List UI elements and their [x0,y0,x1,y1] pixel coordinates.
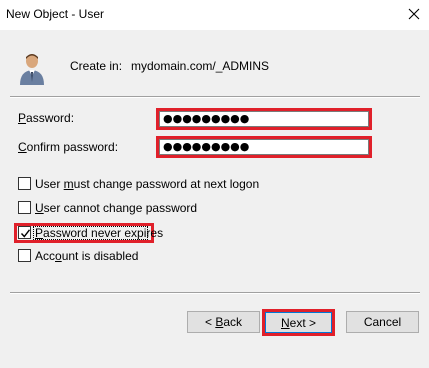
option-label: Account is disabled [35,249,138,263]
back-button-arrow: < [204,315,216,329]
checkbox-cannot-change[interactable] [18,201,31,214]
option-label-mnemonic: o [55,249,62,263]
option-label: User cannot change password [35,201,197,215]
close-icon [408,8,420,20]
confirm-password-label: Confirm password: [18,140,118,154]
option-label-pre: U [35,201,44,215]
checkbox-must-change[interactable] [18,177,31,190]
separator-bottom [10,292,420,294]
title-bar: New Object - User [0,0,429,30]
checkmark-icon [20,229,31,238]
back-button-text: ack [223,315,243,329]
create-in-label: Create in: [70,59,123,73]
next-button[interactable]: Next > [265,312,332,333]
option-label: Password never expires [35,226,163,240]
create-in-path: mydomain.com/_ADMINS [131,59,270,73]
user-avatar-icon [20,54,44,85]
confirm-label-text: onfirm password: [26,140,119,154]
password-input[interactable]: ●●●●●●●●● [159,111,369,127]
close-button[interactable] [399,0,429,30]
password-field-highlight: ●●●●●●●●● [156,108,372,130]
option-label: User must change password at next logon [35,177,259,191]
option-label-post: ust change password at next logon [73,177,260,191]
option-label-post: unt is disabled [61,249,139,263]
next-button-text: ext > [289,316,317,330]
password-label-text: assword: [26,111,75,125]
confirm-field-highlight: ●●●●●●●●● [156,136,372,158]
option-label-pre: User [35,177,64,191]
separator-top [10,96,420,98]
password-label-mnemonic: P [18,111,27,125]
option-label-mnemonic: m [63,177,74,191]
cancel-button[interactable]: Cancel [346,311,419,333]
checkbox-never-expires[interactable] [18,226,31,239]
confirm-label-mnemonic: C [18,140,27,154]
checkbox-account-disabled[interactable] [18,249,31,262]
option-label-post: assword never expires [43,226,164,240]
option-label-post: er cannot change password [49,201,198,215]
window-title: New Object - User [6,7,105,21]
next-button-mnemonic: N [280,316,290,330]
password-label: Password: [18,111,74,125]
option-label-pre: Acc [35,249,56,263]
option-label-mnemonic: P [35,226,44,240]
next-button-highlight: Next > [262,309,335,336]
back-button[interactable]: < Back [187,311,260,333]
confirm-password-input[interactable]: ●●●●●●●●● [159,139,369,155]
